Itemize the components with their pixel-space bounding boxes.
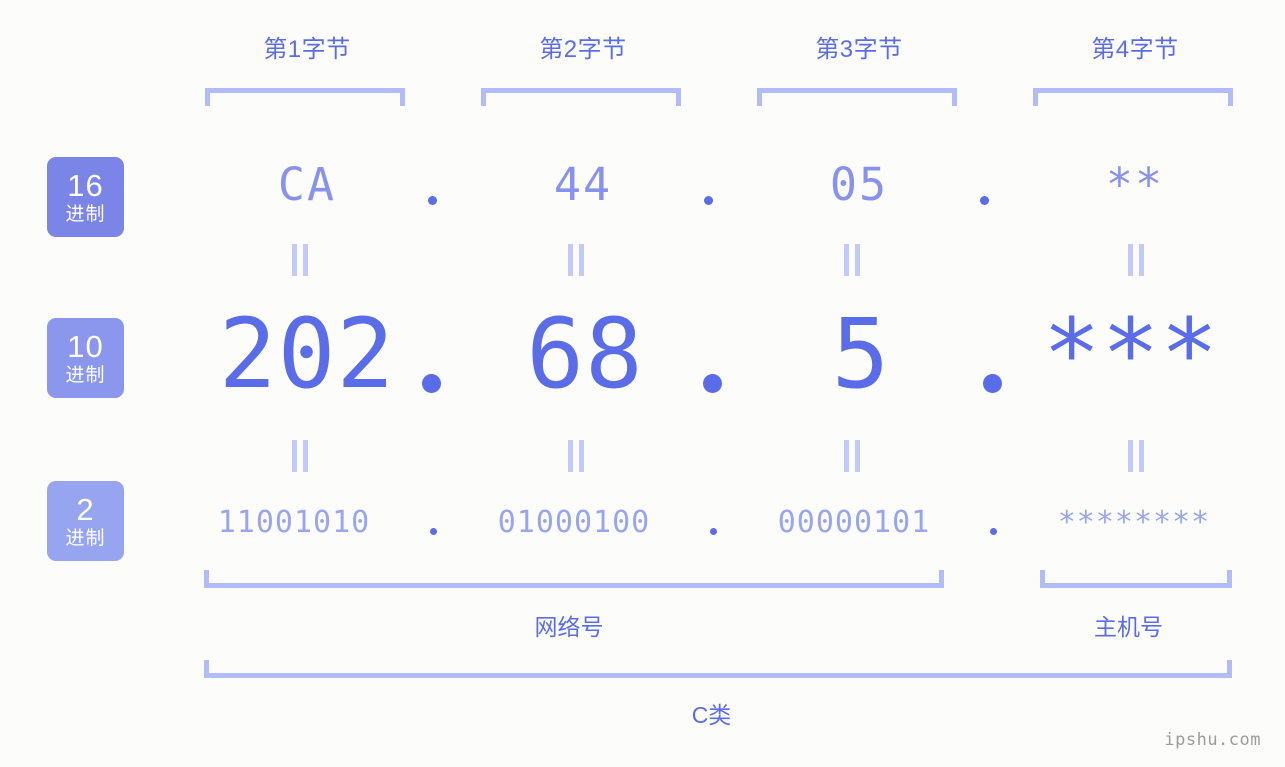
binary-separator-dot-1 xyxy=(430,528,437,535)
ip-class-bracket xyxy=(204,660,1232,678)
decimal-separator-dot-3 xyxy=(983,374,1002,393)
radix-badge-decimal-suffix: 进制 xyxy=(65,365,106,386)
radix-badge-hex-suffix: 进制 xyxy=(65,204,106,225)
decimal-byte-2: 68 xyxy=(526,298,644,410)
hex-separator-dot-3 xyxy=(980,196,989,205)
network-number-label: 网络号 xyxy=(534,614,604,640)
ip-breakdown-diagram: 第1字节 第2字节 第3字节 第4字节 16 进制 10 进制 2 进制 CA … xyxy=(0,0,1285,767)
byte-header-2: 第2字节 xyxy=(539,36,627,63)
radix-badge-binary: 2 进制 xyxy=(47,481,124,561)
network-number-bracket xyxy=(204,570,944,588)
binary-separator-dot-2 xyxy=(710,528,717,535)
decimal-byte-3: 5 xyxy=(831,298,891,410)
equals-mark-dec-bin-3 xyxy=(844,440,860,472)
radix-badge-hex: 16 进制 xyxy=(47,157,124,237)
radix-badge-decimal: 10 进制 xyxy=(47,318,124,398)
equals-mark-dec-bin-1 xyxy=(292,440,308,472)
hex-separator-dot-1 xyxy=(428,196,437,205)
hex-byte-4: ** xyxy=(1105,158,1165,211)
byte-bracket-3 xyxy=(757,88,957,106)
binary-byte-3: 00000101 xyxy=(777,505,931,540)
equals-mark-hex-dec-1 xyxy=(292,244,308,276)
byte-bracket-4 xyxy=(1033,88,1233,106)
site-watermark: ipshu.com xyxy=(1164,730,1261,750)
hex-byte-3: 05 xyxy=(829,158,889,211)
radix-badge-binary-suffix: 进制 xyxy=(65,528,106,549)
equals-mark-dec-bin-4 xyxy=(1128,440,1144,472)
byte-header-3: 第3字节 xyxy=(815,36,903,63)
host-number-bracket xyxy=(1040,570,1232,588)
ip-class-label: C类 xyxy=(691,702,732,728)
decimal-byte-4: *** xyxy=(1042,298,1220,410)
byte-bracket-2 xyxy=(481,88,681,106)
decimal-byte-1: 202 xyxy=(218,298,396,410)
byte-header-4: 第4字节 xyxy=(1091,36,1179,63)
byte-header-1: 第1字节 xyxy=(263,36,351,63)
binary-byte-2: 01000100 xyxy=(497,505,651,540)
byte-bracket-1 xyxy=(205,88,405,106)
equals-mark-hex-dec-2 xyxy=(568,244,584,276)
equals-mark-hex-dec-4 xyxy=(1128,244,1144,276)
radix-badge-hex-number: 16 xyxy=(67,168,104,203)
hex-byte-1: CA xyxy=(277,158,337,211)
radix-badge-decimal-number: 10 xyxy=(67,329,104,364)
decimal-separator-dot-2 xyxy=(703,374,722,393)
equals-mark-dec-bin-2 xyxy=(568,440,584,472)
equals-mark-hex-dec-3 xyxy=(844,244,860,276)
host-number-label: 主机号 xyxy=(1094,614,1163,640)
decimal-separator-dot-1 xyxy=(422,374,441,393)
binary-byte-1: 11001010 xyxy=(217,505,371,540)
hex-separator-dot-2 xyxy=(704,196,713,205)
radix-badge-binary-number: 2 xyxy=(76,492,95,527)
hex-byte-2: 44 xyxy=(553,158,613,211)
binary-separator-dot-3 xyxy=(990,528,997,535)
binary-byte-4: ******** xyxy=(1057,505,1211,540)
